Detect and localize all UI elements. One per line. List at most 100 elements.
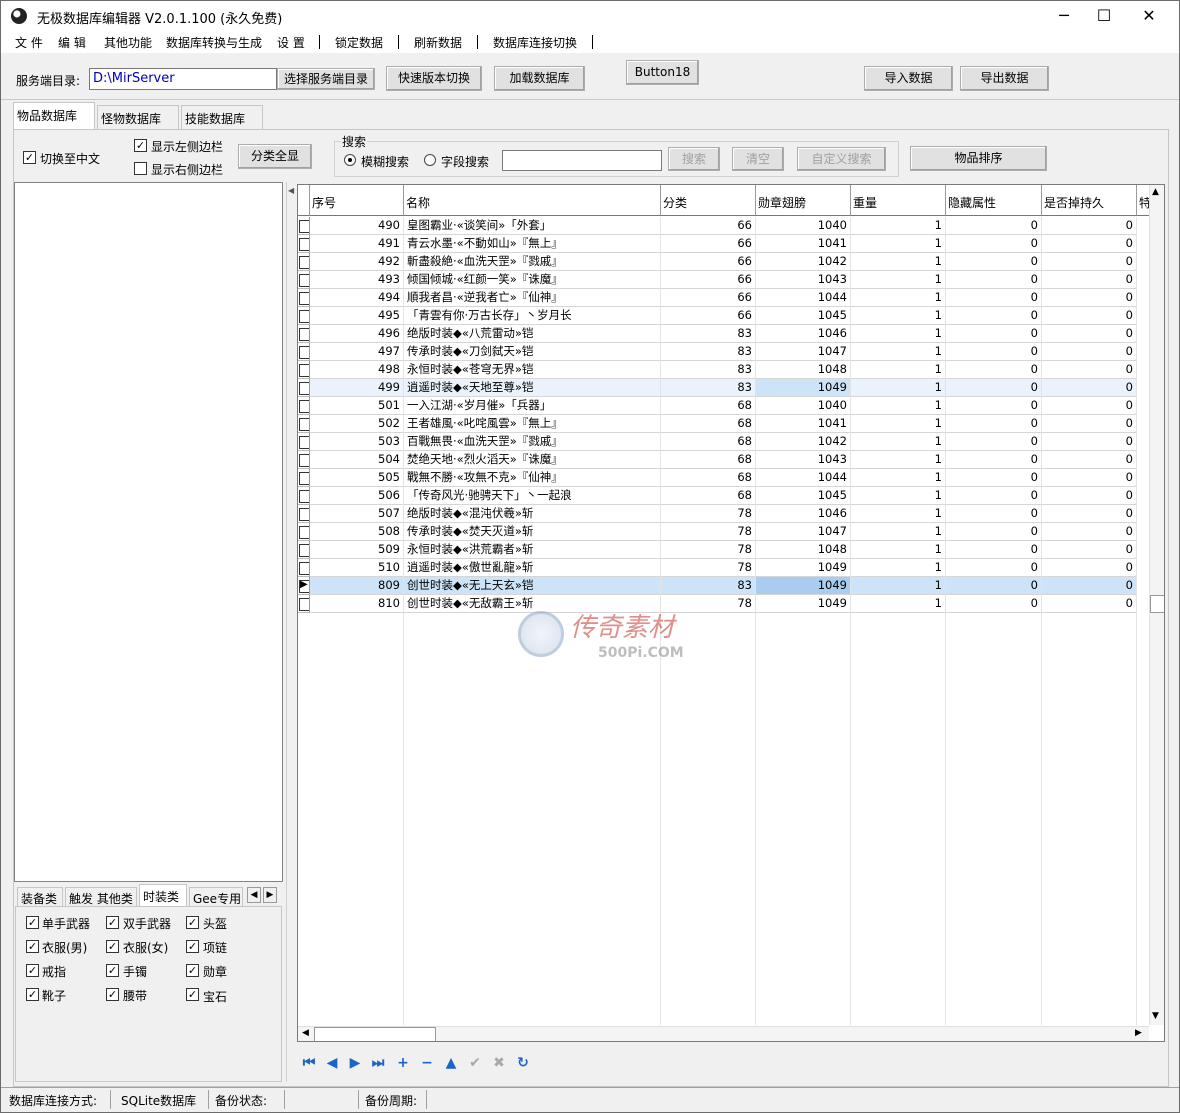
- load-db-button[interactable]: 加载数据库: [494, 66, 585, 91]
- prior-icon[interactable]: ◀: [324, 1055, 340, 1071]
- menu-lock-data[interactable]: 锁定数据: [335, 34, 383, 51]
- table-cell[interactable]: 0: [1042, 397, 1137, 415]
- table-cell[interactable]: 0: [1042, 577, 1137, 595]
- maximize-button[interactable]: ☐: [1081, 1, 1127, 31]
- row-indicator[interactable]: [298, 523, 310, 541]
- row-indicator[interactable]: [298, 595, 310, 613]
- table-row[interactable]: 499 逍遥时装◆«天地至尊»铠 83 1049 1 0 0: [298, 379, 1150, 397]
- table-row[interactable]: 504 焚绝天地·«烈火滔天»『诛魔』 68 1043 1 0 0: [298, 451, 1150, 469]
- show-all-categories-button[interactable]: 分类全显: [238, 144, 312, 169]
- table-cell[interactable]: 1: [851, 577, 946, 595]
- table-cell[interactable]: 0: [1042, 289, 1137, 307]
- table-cell[interactable]: 496: [310, 325, 404, 343]
- table-cell[interactable]: 1: [851, 559, 946, 577]
- table-cell[interactable]: 传承时装◆«焚天灭道»斩: [404, 523, 661, 541]
- table-cell[interactable]: 68: [661, 469, 756, 487]
- table-cell[interactable]: 「青雲有你·万古长存」丶岁月长: [404, 307, 661, 325]
- table-cell[interactable]: 「传奇风光·驰骋天下」丶一起浪: [404, 487, 661, 505]
- table-cell[interactable]: 1049: [756, 595, 851, 613]
- menu-db-convert[interactable]: 数据库转换与生成: [166, 34, 262, 51]
- row-indicator[interactable]: [298, 451, 310, 469]
- table-cell[interactable]: 0: [1042, 559, 1137, 577]
- table-row[interactable]: 501 一入江湖·«岁月催»「兵器」 68 1040 1 0 0: [298, 397, 1150, 415]
- table-cell[interactable]: 508: [310, 523, 404, 541]
- table-cell[interactable]: 一入江湖·«岁月催»「兵器」: [404, 397, 661, 415]
- vertical-scrollbar[interactable]: ▲ ▼: [1149, 185, 1164, 1025]
- tab-fashion[interactable]: 时装类: [139, 884, 187, 907]
- table-cell[interactable]: 焚绝天地·«烈火滔天»『诛魔』: [404, 451, 661, 469]
- table-cell[interactable]: 0: [1042, 271, 1137, 289]
- button18[interactable]: Button18: [626, 60, 699, 85]
- table-cell[interactable]: 1047: [756, 523, 851, 541]
- table-cell[interactable]: 皇图霸业·«谈笑间»「外套」: [404, 217, 661, 235]
- table-cell[interactable]: 0: [946, 469, 1042, 487]
- table-cell[interactable]: 0: [1042, 451, 1137, 469]
- table-cell[interactable]: 494: [310, 289, 404, 307]
- column-header[interactable]: 是否掉持久: [1042, 185, 1137, 216]
- horizontal-scroll-thumb[interactable]: [314, 1027, 436, 1041]
- row-indicator[interactable]: [298, 253, 310, 271]
- table-cell[interactable]: 1: [851, 487, 946, 505]
- table-cell[interactable]: 0: [946, 289, 1042, 307]
- table-cell[interactable]: 0: [946, 397, 1042, 415]
- check-necklace[interactable]: ✓: [186, 940, 199, 953]
- field-search-radio[interactable]: [424, 154, 436, 166]
- table-cell[interactable]: 0: [946, 379, 1042, 397]
- table-cell[interactable]: 戰無不勝·«攻無不克»『仙神』: [404, 469, 661, 487]
- table-cell[interactable]: 1042: [756, 253, 851, 271]
- search-button[interactable]: 搜索: [668, 147, 720, 171]
- table-cell[interactable]: 0: [946, 325, 1042, 343]
- table-cell[interactable]: 1046: [756, 505, 851, 523]
- menu-db-switch[interactable]: 数据库连接切换: [493, 34, 577, 51]
- insert-icon[interactable]: +: [395, 1055, 411, 1071]
- table-cell[interactable]: 0: [1042, 415, 1137, 433]
- table-cell[interactable]: 1: [851, 595, 946, 613]
- table-cell[interactable]: 0: [1042, 487, 1137, 505]
- table-cell[interactable]: 1045: [756, 487, 851, 505]
- row-indicator[interactable]: [298, 415, 310, 433]
- table-row[interactable]: 494 順我者昌·«逆我者亡»『仙神』 66 1044 1 0 0: [298, 289, 1150, 307]
- table-cell[interactable]: 78: [661, 505, 756, 523]
- check-bracelet[interactable]: ✓: [106, 964, 119, 977]
- table-cell[interactable]: 66: [661, 235, 756, 253]
- last-icon[interactable]: ⏭: [370, 1055, 386, 1071]
- column-header[interactable]: 隐藏属性: [946, 185, 1042, 216]
- table-cell[interactable]: 传承时装◆«刀剑弑天»铠: [404, 343, 661, 361]
- table-row[interactable]: 497 传承时装◆«刀剑弑天»铠 83 1047 1 0 0: [298, 343, 1150, 361]
- table-cell[interactable]: 68: [661, 415, 756, 433]
- table-cell[interactable]: 1049: [756, 559, 851, 577]
- menu-file[interactable]: 文 件: [15, 34, 43, 51]
- check-boots[interactable]: ✓: [26, 988, 39, 1001]
- table-cell[interactable]: 499: [310, 379, 404, 397]
- row-indicator[interactable]: [298, 505, 310, 523]
- table-cell[interactable]: 1044: [756, 289, 851, 307]
- scroll-down-icon[interactable]: ▼: [1152, 1011, 1159, 1021]
- table-row[interactable]: 496 绝版时装◆«八荒雷动»铠 83 1046 1 0 0: [298, 325, 1150, 343]
- table-cell[interactable]: 66: [661, 271, 756, 289]
- table-cell[interactable]: 66: [661, 217, 756, 235]
- table-cell[interactable]: 1048: [756, 361, 851, 379]
- table-cell[interactable]: 809: [310, 577, 404, 595]
- row-indicator[interactable]: [298, 271, 310, 289]
- table-row[interactable]: 508 传承时装◆«焚天灭道»斩 78 1047 1 0 0: [298, 523, 1150, 541]
- table-cell[interactable]: 0: [1042, 505, 1137, 523]
- item-sort-button[interactable]: 物品排序: [910, 146, 1047, 171]
- table-cell[interactable]: 0: [1042, 433, 1137, 451]
- table-cell[interactable]: 0: [946, 487, 1042, 505]
- table-cell[interactable]: 1049: [756, 379, 851, 397]
- category-tree[interactable]: [14, 182, 283, 882]
- column-header[interactable]: 名称: [404, 185, 661, 216]
- row-indicator[interactable]: [298, 325, 310, 343]
- table-cell[interactable]: 501: [310, 397, 404, 415]
- table-cell[interactable]: 0: [946, 433, 1042, 451]
- column-header[interactable]: 序号: [310, 185, 404, 216]
- tab-scroll-right-icon[interactable]: ▶: [263, 887, 277, 903]
- check-medal[interactable]: ✓: [186, 964, 199, 977]
- table-cell[interactable]: 0: [946, 415, 1042, 433]
- table-cell[interactable]: 68: [661, 433, 756, 451]
- table-cell[interactable]: 0: [946, 361, 1042, 379]
- table-cell[interactable]: 0: [946, 577, 1042, 595]
- row-indicator[interactable]: [298, 469, 310, 487]
- table-cell[interactable]: 绝版时装◆«八荒雷动»铠: [404, 325, 661, 343]
- table-cell[interactable]: 1: [851, 271, 946, 289]
